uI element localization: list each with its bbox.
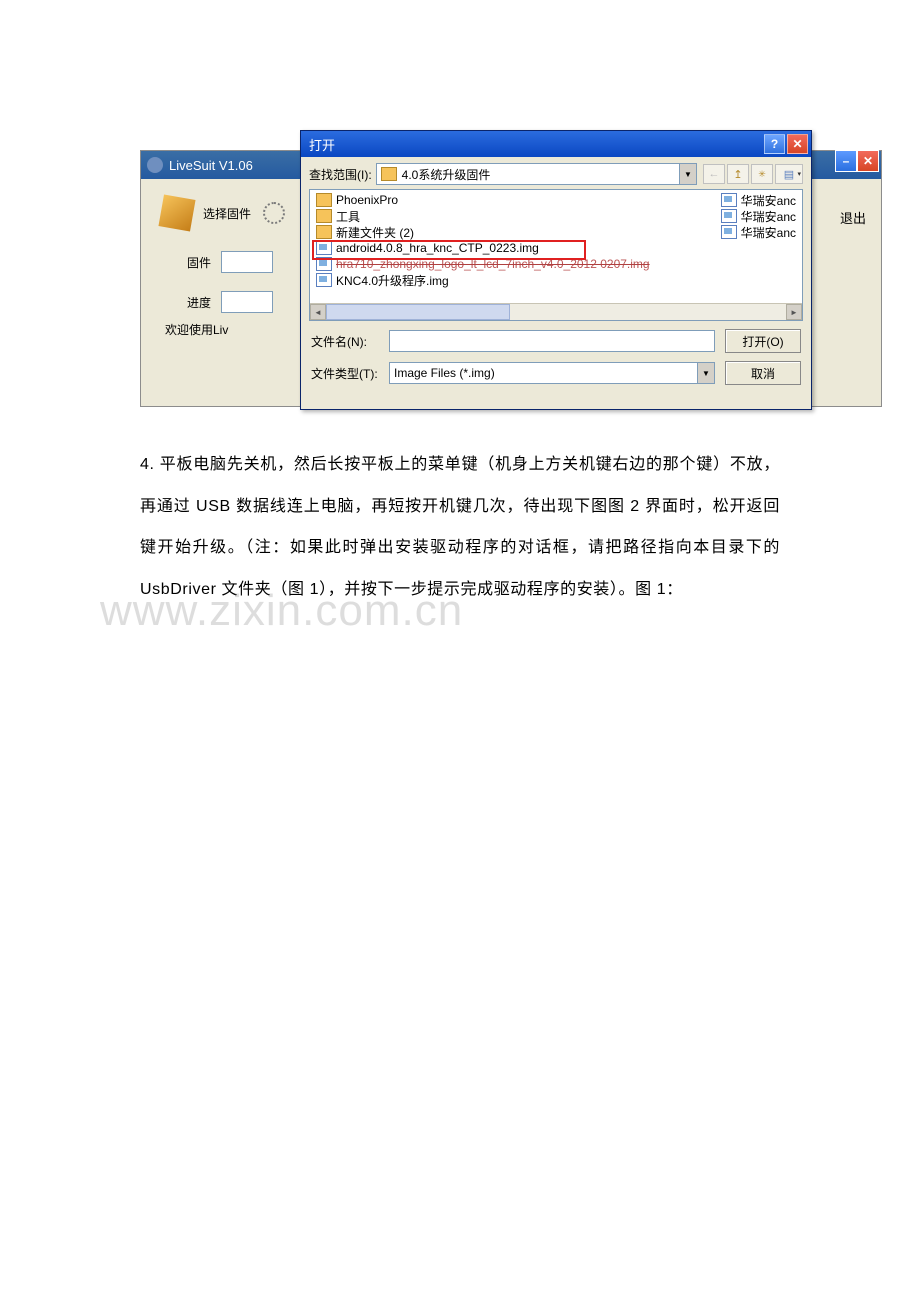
back-icon[interactable] xyxy=(703,164,725,184)
folder-icon xyxy=(316,225,332,239)
filename-input[interactable] xyxy=(389,330,715,352)
lookin-row: 查找范围(I): 4.0系统升级固件 ▼ xyxy=(301,157,811,189)
close-icon[interactable]: ✕ xyxy=(787,134,808,154)
file-item-label: 新建文件夹 (2) xyxy=(336,224,414,241)
livesuit-window-controls: – ✕ xyxy=(835,150,880,172)
lookin-combo[interactable]: 4.0系统升级固件 ▼ xyxy=(376,163,697,185)
file-item[interactable]: 工具 xyxy=(314,208,652,224)
progress-field xyxy=(221,291,273,313)
close-icon[interactable]: ✕ xyxy=(857,150,879,172)
filetype-row: 文件类型(T): Image Files (*.img) ▼ 取消 xyxy=(311,361,801,385)
progress-label: 进度 xyxy=(161,294,211,311)
screenshot-composite: LiveSuit V1.06 选择固件 固件 进度 欢迎使用Liv xyxy=(140,130,880,410)
scroll-thumb[interactable] xyxy=(326,304,510,320)
help-icon[interactable]: ? xyxy=(764,134,785,154)
img-file-icon xyxy=(721,193,737,207)
chevron-down-icon[interactable]: ▼ xyxy=(679,164,696,184)
file-item[interactable]: 华瑞安anc xyxy=(719,192,798,208)
cube-icon xyxy=(158,194,195,231)
exit-button[interactable]: 退出 xyxy=(840,208,866,227)
minimize-icon[interactable]: – xyxy=(835,150,857,172)
lookin-label: 查找范围(I): xyxy=(309,166,372,183)
file-item-label: PhoenixPro xyxy=(336,193,398,207)
gear-icon[interactable] xyxy=(263,202,285,224)
nav-toolbar xyxy=(703,164,803,184)
file-item[interactable]: KNC4.0升级程序.img xyxy=(314,272,652,288)
cancel-button-label: 取消 xyxy=(751,365,775,382)
filename-label: 文件名(N): xyxy=(311,333,389,350)
new-folder-icon[interactable] xyxy=(751,164,773,184)
open-dialog: 打开 ? ✕ 查找范围(I): 4.0系统升级固件 ▼ xyxy=(300,130,812,410)
file-item-label: 华瑞安anc xyxy=(741,208,796,225)
livesuit-title-text: LiveSuit V1.06 xyxy=(169,158,253,173)
scroll-track[interactable] xyxy=(326,304,786,320)
folder-icon xyxy=(316,209,332,223)
file-item[interactable]: 华瑞安anc xyxy=(719,224,798,240)
file-item[interactable]: PhoenixPro xyxy=(314,192,652,208)
file-item[interactable]: 新建文件夹 (2) xyxy=(314,224,652,240)
instruction-paragraph: 4. 平板电脑先关机，然后长按平板上的菜单键（机身上方关机键右边的那个键）不放，… xyxy=(140,444,780,610)
img-file-icon xyxy=(316,257,332,271)
up-one-level-icon[interactable] xyxy=(727,164,749,184)
filetype-value: Image Files (*.img) xyxy=(394,366,495,380)
img-file-icon xyxy=(721,209,737,223)
filename-row: 文件名(N): 打开(O) xyxy=(311,329,801,353)
img-file-icon xyxy=(316,241,332,255)
file-item[interactable]: hra710_zhongxing_logo_lt_lcd_7inch_v4.0_… xyxy=(314,256,652,272)
folder-icon xyxy=(316,193,332,207)
firmware-label: 固件 xyxy=(161,254,211,271)
cancel-button[interactable]: 取消 xyxy=(725,361,801,385)
horizontal-scrollbar[interactable]: ◄ ► xyxy=(310,303,802,320)
file-item-label: hra710_zhongxing_logo_lt_lcd_7inch_v4.0_… xyxy=(336,257,650,271)
chevron-down-icon[interactable]: ▼ xyxy=(697,363,714,383)
file-item[interactable]: android4.0.8_hra_knc_CTP_0223.img xyxy=(314,240,652,256)
file-item-label: android4.0.8_hra_knc_CTP_0223.img xyxy=(336,241,539,255)
img-file-icon xyxy=(721,225,737,239)
file-item-label: 华瑞安anc xyxy=(741,224,796,241)
app-icon xyxy=(147,157,163,173)
file-item-label: KNC4.0升级程序.img xyxy=(336,272,449,289)
open-dialog-title: 打开 xyxy=(309,135,335,154)
open-button-label: 打开(O) xyxy=(742,333,783,350)
view-menu-icon[interactable] xyxy=(775,164,803,184)
file-item-label: 华瑞安anc xyxy=(741,192,796,209)
folder-icon xyxy=(381,167,397,181)
lookin-value: 4.0系统升级固件 xyxy=(402,166,491,183)
filetype-combo[interactable]: Image Files (*.img) ▼ xyxy=(389,362,715,384)
select-firmware-label[interactable]: 选择固件 xyxy=(203,205,251,222)
file-item[interactable]: 华瑞安anc xyxy=(719,208,798,224)
file-item-label: 工具 xyxy=(336,208,360,225)
scroll-left-icon[interactable]: ◄ xyxy=(310,304,326,320)
img-file-icon xyxy=(316,273,332,287)
scroll-right-icon[interactable]: ► xyxy=(786,304,802,320)
open-button[interactable]: 打开(O) xyxy=(725,329,801,353)
filetype-label: 文件类型(T): xyxy=(311,365,389,382)
open-dialog-titlebar: 打开 ? ✕ xyxy=(301,131,811,157)
firmware-field[interactable] xyxy=(221,251,273,273)
file-list[interactable]: PhoenixPro工具新建文件夹 (2)android4.0.8_hra_kn… xyxy=(309,189,803,321)
